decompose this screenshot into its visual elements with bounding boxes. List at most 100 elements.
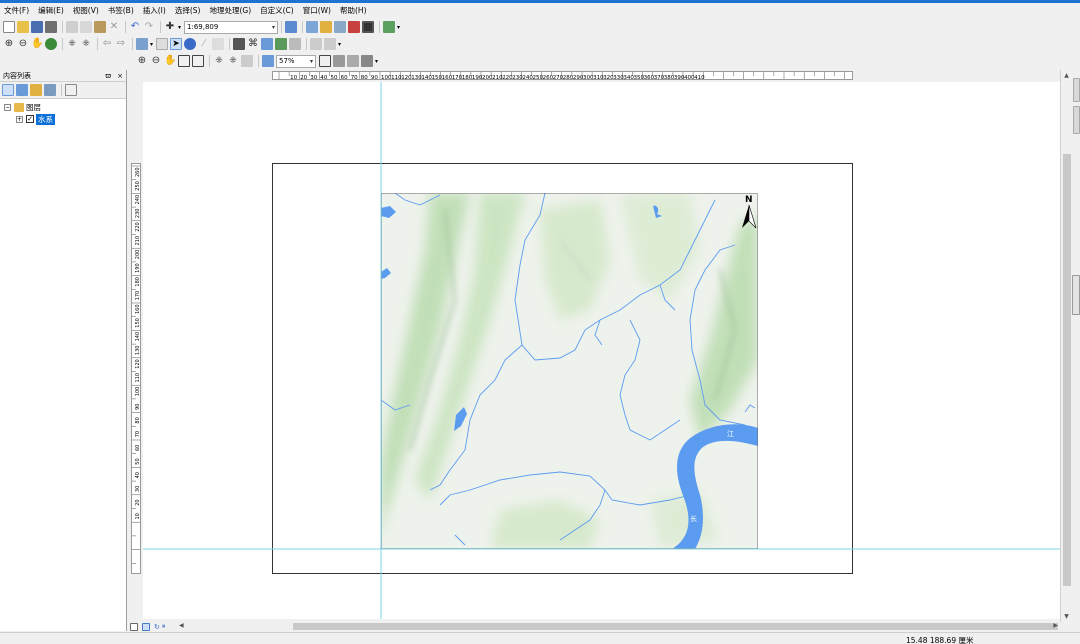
python-window-icon[interactable] <box>362 21 374 33</box>
menu-view[interactable]: 视图(V) <box>73 5 99 16</box>
horizontal-scrollbar[interactable]: ◀ ▶ <box>175 621 1060 632</box>
scroll-down-icon[interactable]: ▼ <box>1061 613 1072 620</box>
paste-icon[interactable] <box>94 21 106 33</box>
new-document-icon[interactable] <box>3 21 15 33</box>
toolbar-options-icon[interactable]: ▾ <box>397 24 400 31</box>
layout-fixed-zoom-in-icon[interactable]: ⁜ <box>213 55 225 67</box>
close-icon[interactable]: × <box>117 72 123 80</box>
modelbuilder-icon[interactable] <box>383 21 395 33</box>
scroll-up-icon[interactable]: ▲ <box>1061 72 1072 79</box>
pin-icon[interactable]: ϖ <box>105 72 111 80</box>
change-layout-icon[interactable] <box>347 55 359 67</box>
pan-hand-icon[interactable]: ✋ <box>31 38 43 50</box>
menu-help[interactable]: 帮助(H) <box>340 5 367 16</box>
collapse-icon[interactable]: − <box>4 103 11 111</box>
toc-options-icon[interactable] <box>65 84 77 96</box>
menu-windows[interactable]: 窗口(W) <box>303 5 331 16</box>
map-scale-combo[interactable]: 1:69,809 ▾ <box>184 20 278 34</box>
tools-options-icon[interactable]: ▾ <box>338 41 341 48</box>
vertical-scroll-thumb[interactable] <box>1063 154 1071 586</box>
select-elements-icon[interactable]: ➤ <box>170 38 183 50</box>
focus-data-frame-icon[interactable] <box>333 55 345 67</box>
data-view-icon[interactable] <box>130 622 138 631</box>
delete-icon[interactable]: ✕ <box>108 21 120 33</box>
menu-bookmarks[interactable]: 书签(B) <box>108 5 134 16</box>
layout-fixed-zoom-out-icon[interactable]: ⁜ <box>227 55 239 67</box>
list-by-visibility-icon[interactable] <box>30 84 42 96</box>
zoom-in-icon[interactable]: ⊕ <box>3 38 15 50</box>
map-data-frame[interactable]: 江 长 N <box>381 193 758 549</box>
menu-selection[interactable]: 选择(S) <box>175 5 201 16</box>
pause-drawing-icon[interactable]: ⏸ <box>162 622 166 631</box>
menu-customize[interactable]: 自定义(C) <box>260 5 294 16</box>
scroll-left-icon[interactable]: ◀ <box>179 622 184 629</box>
time-slider-icon[interactable] <box>310 38 323 50</box>
list-by-source-icon[interactable] <box>16 84 28 96</box>
toggle-draft-mode-icon[interactable] <box>319 55 331 67</box>
fixed-zoom-out-icon[interactable]: ⁜ <box>80 38 92 50</box>
select-features-icon[interactable] <box>136 38 148 50</box>
copy-icon[interactable] <box>80 21 92 33</box>
dock-tab-icon[interactable] <box>1072 275 1080 315</box>
catalog-icon[interactable] <box>320 21 332 33</box>
measure-icon[interactable] <box>289 38 302 50</box>
zoom-100-icon[interactable] <box>192 55 204 67</box>
list-by-selection-icon[interactable] <box>44 84 56 96</box>
menu-geoprocessing[interactable]: 地理处理(G) <box>209 5 251 16</box>
zoom-whole-page-icon[interactable] <box>178 55 190 67</box>
menu-insert[interactable]: 插入(I) <box>143 5 166 16</box>
go-back-icon[interactable]: ⇦ <box>101 38 113 50</box>
layout-zoom-in-icon[interactable]: ⊕ <box>136 55 148 67</box>
menu-edit[interactable]: 编辑(E) <box>38 5 64 16</box>
fixed-zoom-in-icon[interactable]: ⁜ <box>66 38 78 50</box>
find-icon[interactable] <box>233 38 246 50</box>
catalog-tab-icon[interactable] <box>1073 78 1080 102</box>
layout-view[interactable]: 江 长 N <box>143 82 1060 619</box>
menu-file[interactable]: 文件(F) <box>4 5 29 16</box>
add-data-dropdown-icon[interactable]: ▾ <box>178 24 181 31</box>
arctoolbox-icon[interactable] <box>348 21 360 33</box>
layout-zoom-out-icon[interactable]: ⊖ <box>150 55 162 67</box>
data-driven-pages-icon[interactable] <box>361 55 373 67</box>
layout-options-icon[interactable]: ▾ <box>375 58 378 65</box>
layer-label[interactable]: 水系 <box>36 113 55 125</box>
html-popup-icon[interactable]: ⁄ <box>198 38 210 50</box>
list-by-drawing-order-icon[interactable] <box>2 84 14 96</box>
scroll-right-icon[interactable]: ▶ <box>1053 622 1058 629</box>
select-dropdown-icon[interactable]: ▾ <box>150 41 153 48</box>
identify-icon[interactable] <box>184 38 197 50</box>
clear-selection-icon[interactable] <box>156 38 169 50</box>
go-forward-icon[interactable]: ⇨ <box>115 38 127 50</box>
editor-toolbar-icon[interactable] <box>285 21 297 33</box>
route-icon[interactable] <box>261 38 274 50</box>
zoom-to-percent-icon[interactable] <box>262 55 274 67</box>
hyperlink-icon[interactable] <box>212 38 225 50</box>
layout-zoom-combo[interactable]: 57% ▾ <box>276 54 316 68</box>
standard-toolbar: ✕ ↶ ↷ ✚ ▾ 1:69,809 ▾ ▾ <box>0 19 400 35</box>
search-window-icon[interactable] <box>334 21 346 33</box>
expand-icon[interactable]: + <box>16 115 23 123</box>
create-viewer-icon[interactable] <box>324 38 337 50</box>
zoom-out-icon[interactable]: ⊖ <box>17 38 29 50</box>
cut-icon[interactable] <box>66 21 78 33</box>
search-tab-icon[interactable] <box>1073 106 1080 134</box>
table-of-contents-icon[interactable] <box>306 21 318 33</box>
previous-extent-icon[interactable] <box>241 55 253 67</box>
save-icon[interactable] <box>31 21 43 33</box>
refresh-icon[interactable]: ↻ <box>154 623 160 631</box>
full-extent-icon[interactable] <box>45 38 57 50</box>
add-data-icon[interactable]: ✚ <box>164 21 176 33</box>
print-icon[interactable] <box>45 21 57 33</box>
layout-view-icon[interactable] <box>142 622 150 631</box>
layout-pan-icon[interactable]: ✋ <box>164 55 176 67</box>
redo-icon[interactable]: ↷ <box>143 21 155 33</box>
tree-group-layers[interactable]: − 图层 <box>4 101 126 113</box>
open-folder-icon[interactable] <box>17 21 29 33</box>
vertical-scrollbar[interactable]: ▲ ▼ <box>1060 70 1072 622</box>
binoculars-icon[interactable]: ⌘ <box>247 38 259 50</box>
undo-icon[interactable]: ↶ <box>129 21 141 33</box>
horizontal-scroll-thumb[interactable] <box>293 623 1058 630</box>
layer-visibility-checkbox[interactable]: ✓ <box>26 115 34 123</box>
tree-layer-water[interactable]: + ✓ 水系 <box>4 113 126 125</box>
goto-xy-icon[interactable] <box>275 38 288 50</box>
